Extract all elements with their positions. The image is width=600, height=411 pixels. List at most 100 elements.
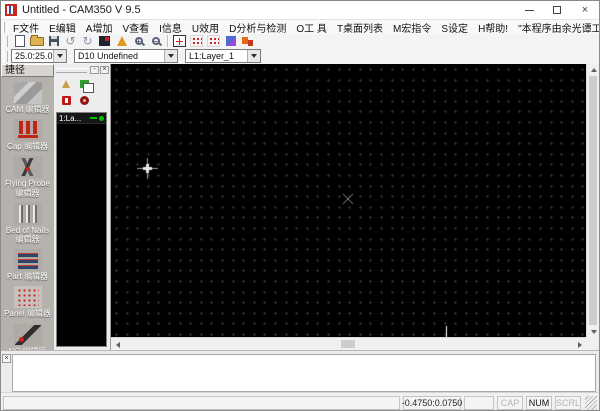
- dcode-combo-dropdown[interactable]: [164, 50, 177, 62]
- film-window-glyph: [173, 35, 186, 47]
- menu-settings[interactable]: S设定: [436, 20, 473, 35]
- menu-add[interactable]: A增加: [81, 20, 118, 35]
- zoom-out-icon[interactable]: −: [147, 35, 164, 48]
- remove-layer-icon[interactable]: [58, 93, 74, 107]
- grid-combo-value: 25.0:25.0: [15, 51, 53, 61]
- sidebar-item-label: Cap 编辑器: [7, 142, 48, 152]
- menu-localization-credit[interactable]: "本程序由余光谭工作室汉化": [513, 20, 599, 35]
- output-panel: ×: [1, 350, 599, 393]
- highlight-cone-icon[interactable]: [113, 35, 130, 48]
- window-title: Untitled - CAM350 V 9.5: [22, 4, 141, 16]
- undo-icon[interactable]: [62, 35, 79, 48]
- output-panel-close-button[interactable]: ×: [2, 354, 11, 363]
- panel-editor-icon: [13, 286, 42, 309]
- toolbar-grip[interactable]: [3, 35, 8, 47]
- output-panel-content[interactable]: [12, 354, 596, 392]
- open-file-glyph: [29, 34, 44, 46]
- menu-help[interactable]: H帮助!: [473, 20, 513, 35]
- layer-colors-icon[interactable]: [222, 35, 239, 48]
- layer-color-swatch[interactable]: [90, 117, 97, 119]
- aperture-grid-icon[interactable]: [205, 35, 222, 48]
- scrollbar-corner: [586, 337, 599, 350]
- layer-target-icon[interactable]: [76, 93, 92, 107]
- layer-name: 1:La...: [59, 113, 82, 123]
- zoom-in-glyph: +: [134, 36, 143, 46]
- copy-layer-icon[interactable]: [76, 77, 94, 93]
- minimize-button[interactable]: [515, 1, 543, 19]
- maximize-icon: [553, 6, 561, 14]
- vertical-scroll-thumb[interactable]: [589, 76, 597, 325]
- save-file-icon[interactable]: [45, 35, 62, 48]
- brush-glyph: [62, 80, 70, 88]
- sidebar-title: 捷径: [1, 64, 54, 77]
- close-icon: ×: [581, 3, 589, 16]
- num-lock-indicator: NUM: [526, 395, 552, 410]
- layer-colors-glyph: [225, 36, 236, 46]
- menu-tools[interactable]: O工 具: [291, 20, 332, 35]
- menu-file[interactable]: F文件: [8, 20, 44, 35]
- menu-view[interactable]: V查看: [117, 20, 154, 35]
- settings-toolbar-grip[interactable]: [3, 50, 8, 62]
- layers-panel-minimize-button[interactable]: -: [90, 66, 99, 74]
- add-layer-brush-icon[interactable]: [58, 77, 74, 91]
- palette-icon[interactable]: [239, 35, 256, 48]
- film-window-icon[interactable]: [171, 35, 188, 48]
- layer-row[interactable]: 1:La...: [57, 113, 106, 124]
- vertical-scrollbar[interactable]: [586, 64, 599, 337]
- dcode-grid-glyph: [190, 35, 203, 47]
- window-resize-grip[interactable]: [585, 395, 597, 410]
- dcode-grid-icon[interactable]: [188, 35, 205, 48]
- menu-analysis[interactable]: D分析与检测: [224, 20, 291, 35]
- scroll-left-button[interactable]: [111, 339, 124, 350]
- sidebar-item-cam-editor[interactable]: CAM 编辑器: [1, 82, 54, 114]
- sidebar-item-cap-editor[interactable]: Cap 编辑器: [1, 119, 54, 151]
- highlight-cone-glyph: [116, 36, 127, 46]
- open-file-icon[interactable]: [28, 34, 45, 48]
- design-canvas[interactable]: [111, 64, 588, 337]
- layers-panel-close-button[interactable]: ×: [100, 66, 109, 74]
- menu-edit[interactable]: E编辑: [44, 20, 81, 35]
- shortcuts-sidebar: 捷径 CAM 编辑器 Cap 编辑器 Flying Probe 编辑器 Bed …: [1, 64, 55, 350]
- flying-probe-editor-icon: [13, 156, 42, 179]
- menu-tables[interactable]: T桌面列表: [332, 20, 388, 35]
- menu-grip[interactable]: [3, 22, 5, 33]
- scroll-down-button[interactable]: [587, 326, 599, 337]
- sidebar-item-part-editor[interactable]: Part 编辑器: [1, 249, 54, 281]
- layer-combo-value: L1:Layer_1: [189, 51, 235, 61]
- layer-combo[interactable]: L1:Layer_1: [185, 49, 261, 63]
- layers-panel-header: - ×: [54, 64, 110, 75]
- scroll-lock-indicator: SCRL: [555, 395, 581, 410]
- sidebar-item-flying-probe-editor[interactable]: Flying Probe 编辑器: [1, 156, 54, 198]
- sidebar-item-bed-of-nails-editor[interactable]: Bed of Nails 编辑器: [1, 202, 54, 244]
- layer-list: 1:La...: [56, 112, 107, 347]
- main-toolbar: + −: [1, 34, 599, 49]
- zoom-out-glyph: −: [151, 36, 160, 46]
- layer-target-glyph: [79, 95, 89, 105]
- layers-panel: - × 1:La...: [54, 64, 111, 350]
- maximize-button[interactable]: [543, 1, 571, 19]
- toolbar-separator: [167, 35, 168, 47]
- sidebar-item-panel-editor[interactable]: Panel 编辑器: [1, 286, 54, 318]
- scroll-right-button[interactable]: [573, 339, 586, 350]
- layer-combo-dropdown[interactable]: [247, 50, 260, 62]
- layer-visibility-dot[interactable]: [99, 115, 104, 121]
- horizontal-scrollbar[interactable]: [111, 337, 586, 350]
- close-button[interactable]: ×: [571, 1, 599, 19]
- menu-utilities[interactable]: U效用: [187, 20, 224, 35]
- menu-macro[interactable]: M宏指令: [388, 20, 436, 35]
- zoom-in-icon[interactable]: +: [130, 35, 147, 48]
- status-message-box: [3, 395, 400, 410]
- horizontal-scroll-thumb[interactable]: [341, 340, 355, 348]
- sidebar-item-label: Bed of Nails 编辑器: [5, 225, 50, 244]
- dcode-combo[interactable]: D10 Undefined: [74, 49, 178, 63]
- menu-info[interactable]: I信息: [154, 20, 187, 35]
- scroll-up-button[interactable]: [587, 64, 599, 75]
- grid-combo-dropdown[interactable]: [53, 50, 66, 62]
- grid-combo[interactable]: 25.0:25.0: [11, 49, 67, 63]
- redo-icon[interactable]: [79, 35, 96, 48]
- film-view-icon[interactable]: [96, 35, 113, 48]
- app-icon: [5, 4, 17, 16]
- sidebar-item-nc-editor[interactable]: NC 编辑器: [1, 323, 54, 350]
- layers-panel-grip[interactable]: [56, 67, 87, 73]
- new-file-icon[interactable]: [11, 35, 28, 48]
